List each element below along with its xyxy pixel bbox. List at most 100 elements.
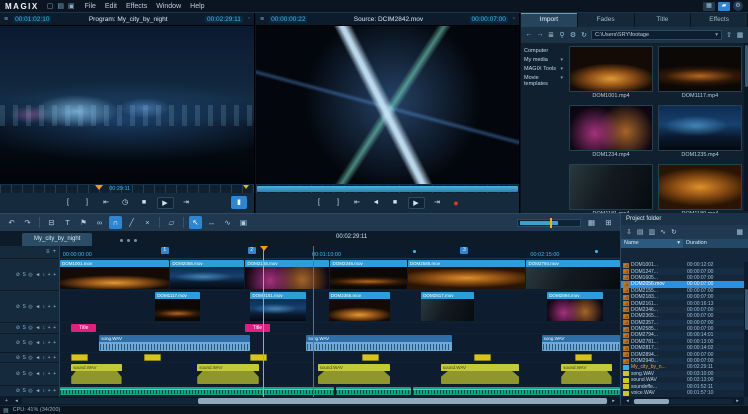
add-track-icon[interactable]: + (52, 249, 56, 255)
timeline-clip[interactable]: DOM2056.mov (170, 260, 244, 289)
fx-icon[interactable]: + (48, 325, 51, 331)
back-icon[interactable]: ← (525, 31, 533, 39)
track-header[interactable]: ⊘S◎◄↕++ (0, 363, 59, 386)
tab-options[interactable] (120, 239, 137, 242)
scroll-right-icon[interactable]: ▸ (733, 398, 742, 404)
track-header[interactable]: ⊘S◎◄↕++ (0, 323, 59, 334)
menu-window[interactable]: Window (156, 3, 181, 10)
fx-icon[interactable]: + (48, 371, 51, 377)
source-range-bar[interactable] (257, 186, 518, 192)
media-file-row[interactable]: DOM2940...00:00:07:00 (621, 358, 744, 364)
new-project-icon[interactable]: ▢ (47, 2, 54, 10)
timeline-clip[interactable] (474, 354, 491, 361)
resize-icon[interactable]: ↕ (43, 355, 46, 361)
timeline-clip[interactable]: DOM1117.mov (155, 292, 200, 321)
search-icon[interactable]: ⚲ (558, 31, 566, 39)
lock-icon[interactable]: ⊘ (16, 325, 20, 331)
pf-vscrollbar[interactable] (744, 262, 748, 397)
prev-frame-button[interactable]: ◄ (370, 197, 383, 209)
grid-view-icon[interactable]: ▦ (736, 31, 744, 39)
track-header[interactable]: ⊘S◎◄↕++ (0, 353, 59, 363)
layout-icon[interactable]: ▦ (703, 2, 715, 11)
playhead[interactable] (263, 246, 264, 397)
scroll-left-icon[interactable]: ◂ (623, 398, 632, 404)
open-project-icon[interactable]: ▤ (57, 2, 64, 10)
monitor-icon[interactable]: ◎ (28, 371, 32, 377)
timeline-clip[interactable]: DOM2817.mov (421, 292, 474, 321)
fx-icon[interactable]: + (48, 272, 51, 278)
fx-icon[interactable]: + (48, 388, 51, 394)
media-thumbnail[interactable]: DOM1235.mp4 (658, 105, 742, 160)
jump-start-button[interactable]: ⇤ (351, 197, 364, 209)
media-thumbnail[interactable]: DOM1181.mp4 (569, 164, 653, 213)
scroll-right-icon[interactable]: ▸ (609, 398, 618, 404)
track-header[interactable]: ⊘S◎◄↕++ (0, 334, 59, 353)
lock-icon[interactable]: ⊘ (16, 355, 20, 361)
timeline-clip[interactable]: Title (71, 324, 96, 332)
mark-out-button[interactable]: ] (81, 197, 94, 209)
film-icon[interactable]: ▥ (649, 228, 656, 236)
settings-icon[interactable]: ⚙ (733, 1, 743, 11)
monitor-icon[interactable]: ◎ (28, 304, 32, 310)
stretch-icon[interactable]: ↔ (205, 216, 218, 229)
tab-import[interactable]: Import (521, 13, 578, 27)
view-options-icon[interactable]: ▦ (736, 228, 743, 236)
add-button[interactable]: + (2, 398, 11, 404)
timeline-clip[interactable]: DOM2161.mov (250, 292, 306, 321)
solo-icon[interactable]: S (22, 325, 25, 331)
timeline-clip[interactable]: DOM2155.mov (245, 260, 329, 289)
timeline-clip[interactable]: DOM2365.mov (329, 292, 391, 321)
delete-icon[interactable]: ⊟ (45, 216, 58, 229)
media-thumbnail[interactable]: DOM1180.mp4 (658, 164, 742, 213)
monitor-icon[interactable]: ◎ (28, 388, 32, 394)
resize-icon[interactable]: ↕ (43, 388, 46, 394)
curve-icon[interactable]: ∿ (221, 216, 234, 229)
solo-icon[interactable]: S (22, 272, 25, 278)
monitor-icon[interactable]: ◎ (28, 272, 32, 278)
media-file-row[interactable]: DOM2357...00:00:07:00 (621, 320, 744, 326)
timeline-clip[interactable] (575, 354, 592, 361)
keyframe-icon[interactable]: + (53, 304, 56, 310)
mute-icon[interactable]: ◄ (35, 388, 40, 394)
media-file-row[interactable]: DOM2155...00:00:07:00 (621, 288, 744, 294)
timeline-clip[interactable] (144, 354, 161, 361)
fx-icon[interactable]: + (48, 355, 51, 361)
resize-icon[interactable]: ↕ (43, 304, 46, 310)
lock-icon[interactable]: ⊘ (16, 371, 20, 377)
group-icon[interactable]: ▣ (237, 216, 250, 229)
jump-end-button[interactable]: ⇥ (180, 197, 193, 209)
timeline-clip[interactable] (362, 354, 379, 361)
timeline-clip[interactable]: song.WAV (542, 335, 620, 351)
zoom-slider[interactable] (517, 219, 581, 227)
mute-icon[interactable]: ◄ (35, 272, 40, 278)
program-scrubber[interactable]: 00:29:11 (0, 184, 254, 193)
media-file-row[interactable]: DOM1001...00:00:12:02 (621, 262, 744, 268)
pointer-icon[interactable]: ↖ (189, 216, 202, 229)
stop-button[interactable]: ■ (138, 197, 151, 209)
media-file-row[interactable]: DOM2183...00:00:07:00 (621, 294, 744, 300)
lock-icon[interactable]: ⊘ (16, 340, 20, 346)
new-folder-icon[interactable]: ▤ (637, 228, 644, 236)
keyframe-icon[interactable]: + (53, 371, 56, 377)
timeline-clip[interactable] (250, 354, 267, 361)
menu-icon[interactable]: ≡ (260, 16, 264, 23)
options-gear-icon[interactable]: ⚙ (569, 31, 577, 39)
redo-icon[interactable]: ↷ (21, 216, 34, 229)
media-file-row[interactable]: DOM2056.mov00:00:07:00 (621, 281, 744, 287)
ruler[interactable]: 00:00:00:0000:01:10:0000:02:15:00123 (60, 246, 620, 259)
solo-icon[interactable]: S (22, 371, 25, 377)
media-file-row[interactable]: voice.WAV00:01:57:10 (621, 390, 744, 396)
timer-button[interactable]: ◷ (119, 197, 132, 209)
track-header[interactable]: ⊘S◎◄↕++ (0, 291, 59, 323)
source-scrubber[interactable] (256, 184, 519, 193)
save-project-icon[interactable]: ▣ (68, 2, 75, 10)
media-file-row[interactable]: song.WAV00:03:10:00 (621, 371, 744, 377)
chapter-marker[interactable]: 3 (460, 247, 468, 254)
jump-start-button[interactable]: ⇤ (100, 197, 113, 209)
mute-icon[interactable]: ◄ (35, 355, 40, 361)
column-name[interactable]: Name▾ (621, 239, 683, 248)
import-icon[interactable]: ⇩ (626, 228, 632, 236)
play-button[interactable]: ▶ (157, 197, 174, 209)
preview-icon[interactable]: ∞ (93, 216, 106, 229)
range-end-marker[interactable] (243, 185, 249, 192)
